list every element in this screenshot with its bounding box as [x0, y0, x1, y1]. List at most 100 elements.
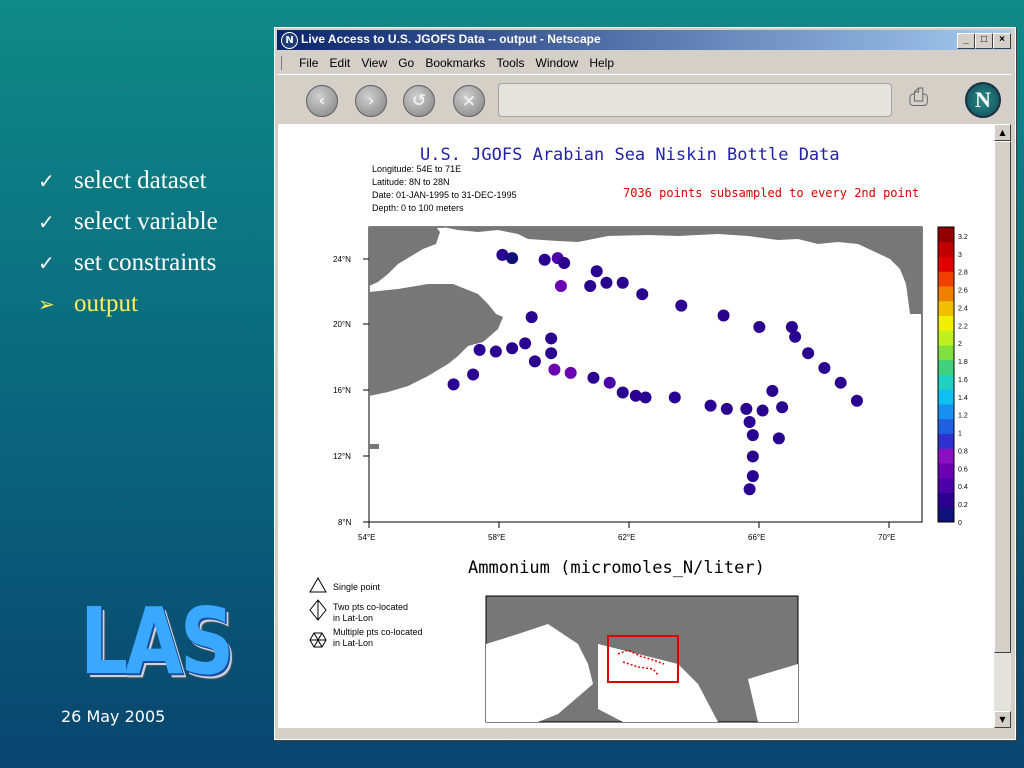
colorbar-swatch: [938, 433, 954, 449]
subsample-note: 7036 points subsampled to every 2nd poin…: [623, 186, 919, 200]
meta-depth: Depth: 0 to 100 meters: [372, 203, 464, 213]
colorbar-tick-label: 0.2: [958, 502, 968, 509]
bullet-set-constraints: ✓ set constraints: [38, 242, 218, 283]
data-point: [528, 355, 541, 368]
data-point: [616, 386, 629, 399]
bullet-output: ➢ output: [38, 283, 218, 324]
data-point: [766, 384, 779, 397]
colorbar-tick-label: 1.6: [958, 377, 968, 384]
colorbar-swatch: [938, 374, 954, 390]
data-point: [603, 376, 616, 389]
scroll-thumb[interactable]: [994, 141, 1011, 653]
scroll-up-icon[interactable]: ▲: [994, 124, 1011, 141]
menu-file[interactable]: File: [299, 53, 318, 73]
data-point: [802, 347, 815, 360]
menu-window[interactable]: Window: [536, 53, 579, 73]
land-socotra: [369, 444, 379, 449]
colorbar-swatch: [938, 256, 954, 272]
colorbar-swatch: [938, 227, 954, 243]
data-point: [746, 470, 759, 483]
colorbar-swatch: [938, 315, 954, 331]
netscape-logo-icon[interactable]: N: [965, 82, 1001, 118]
data-point: [746, 450, 759, 463]
data-point: [636, 288, 649, 301]
data-point: [473, 343, 486, 356]
data-point: [639, 391, 652, 404]
window-title: Live Access to U.S. JGOFS Data -- output…: [301, 32, 601, 46]
data-point: [743, 483, 756, 496]
colorbar-swatch: [938, 300, 954, 316]
netscape-icon: N: [281, 32, 298, 49]
data-point: [519, 337, 532, 350]
map-panel: 54°E 58°E 62°E 66°E 70°E 8°N 12°N 16°N 2…: [333, 226, 923, 542]
colorbar-swatch: [938, 359, 954, 375]
legend-single-point: Single point: [333, 582, 381, 592]
data-point: [506, 342, 519, 355]
stop-icon[interactable]: ×: [453, 85, 485, 117]
symbol-legend: Single point Two pts co-located in Lat-L…: [309, 576, 423, 648]
y-tick-label: 20°N: [333, 320, 351, 329]
meta-date: Date: 01-JAN-1995 to 31-DEC-1995: [372, 190, 517, 200]
menu-go[interactable]: Go: [398, 53, 414, 73]
triangle-icon: [309, 576, 327, 593]
check-icon: ✓: [38, 210, 55, 234]
data-point: [545, 347, 558, 360]
colorbar-tick-label: 0.8: [958, 448, 968, 455]
page-content: U.S. JGOFS Arabian Sea Niskin Bottle Dat…: [278, 124, 994, 728]
forward-icon[interactable]: ›: [355, 85, 387, 117]
las-logo: LAS: [80, 588, 234, 695]
url-field[interactable]: [498, 83, 892, 117]
data-point: [834, 376, 847, 389]
vertical-scrollbar[interactable]: ▲ ▼: [994, 124, 1011, 728]
data-point: [675, 299, 688, 312]
y-tick-label: 8°N: [338, 518, 352, 527]
x-tick-label: 70°E: [878, 533, 895, 542]
colorbar-swatch: [938, 330, 954, 346]
colorbar-swatch: [938, 241, 954, 257]
data-point: [447, 378, 460, 391]
data-point: [600, 276, 613, 289]
legend-two-points-2: in Lat-Lon: [333, 613, 373, 623]
colorbar-swatch: [938, 463, 954, 479]
colorbar-tick-label: 0: [958, 520, 962, 527]
menu-view[interactable]: View: [361, 53, 387, 73]
maximize-button[interactable]: □: [975, 33, 993, 49]
y-tick-label: 24°N: [333, 255, 351, 264]
legend-two-points: Two pts co-located: [333, 602, 408, 612]
menu-bookmarks[interactable]: Bookmarks: [425, 53, 485, 73]
scroll-down-icon[interactable]: ▼: [994, 711, 1011, 728]
colorbar-tick-label: 2.6: [958, 288, 968, 295]
data-point: [525, 311, 538, 324]
close-button[interactable]: ×: [993, 33, 1011, 49]
data-point: [756, 404, 769, 417]
check-icon: ✓: [38, 251, 55, 275]
data-point: [538, 253, 551, 266]
menu-help[interactable]: Help: [589, 53, 614, 73]
inset-map: [485, 595, 799, 723]
menu-tools[interactable]: Tools: [496, 53, 524, 73]
back-icon[interactable]: ‹: [306, 85, 338, 117]
data-point: [720, 402, 733, 415]
colorbar-tick-label: 2.2: [958, 323, 968, 330]
x-tick-label: 62°E: [618, 533, 635, 542]
minimize-button[interactable]: _: [957, 33, 975, 49]
x-tick-label: 66°E: [748, 533, 765, 542]
reload-icon[interactable]: ↺: [403, 85, 435, 117]
colorbar-swatch: [938, 507, 954, 523]
data-point: [850, 394, 863, 407]
colorbar-tick-label: 1.8: [958, 359, 968, 366]
colorbar-swatch: [938, 477, 954, 493]
colorbar-tick-label: 1.2: [958, 413, 968, 420]
colorbar-swatch: [938, 286, 954, 302]
data-point: [584, 280, 597, 292]
data-point: [548, 363, 561, 376]
meta-latitude: Latitude: 8N to 28N: [372, 177, 450, 187]
slide-date: 26 May 2005: [61, 707, 166, 726]
print-icon[interactable]: ⎙: [909, 83, 941, 113]
menu-edit[interactable]: Edit: [330, 53, 351, 73]
colorbar-tick-label: 3: [958, 252, 962, 259]
title-bar[interactable]: N Live Access to U.S. JGOFS Data -- outp…: [277, 30, 1011, 50]
data-point: [506, 252, 519, 265]
colorbar-swatch: [938, 418, 954, 434]
y-axis: 8°N 12°N 16°N 20°N 24°N: [333, 255, 369, 527]
